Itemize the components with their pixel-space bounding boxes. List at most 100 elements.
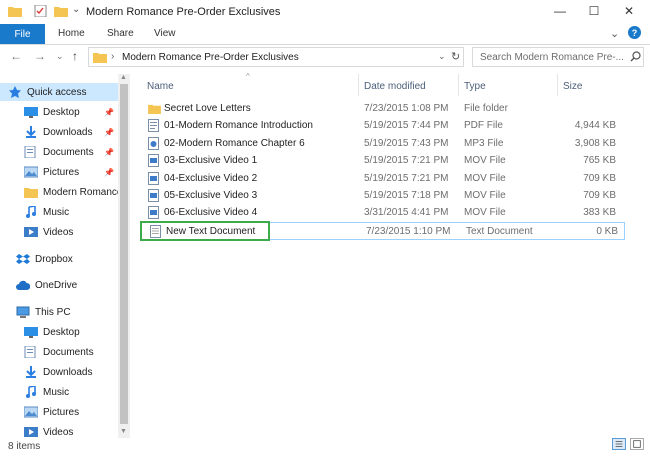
sidebar-item-music[interactable]: Music — [0, 383, 118, 401]
tab-file[interactable]: File — [0, 24, 45, 44]
column-divider[interactable] — [557, 74, 558, 96]
file-size: 0 KB — [596, 225, 618, 237]
cloud-icon — [16, 280, 30, 290]
file-type: Text Document — [466, 225, 533, 237]
sidebar-item-quick-access[interactable]: Quick access — [0, 83, 118, 101]
file-name: Secret Love Letters — [164, 103, 251, 114]
column-header-type[interactable]: Type — [464, 81, 486, 92]
details-view-icon[interactable] — [612, 438, 626, 450]
sidebar-item-videos[interactable]: Videos — [0, 223, 118, 241]
sidebar-item-label: This PC — [35, 306, 71, 318]
highlight-box — [140, 221, 270, 241]
tab-share[interactable]: Share — [107, 28, 134, 39]
sidebar-item-downloads[interactable]: Downloads — [0, 363, 118, 381]
back-button[interactable]: ← — [10, 49, 22, 63]
pdf-icon — [148, 119, 159, 133]
expand-ribbon-icon[interactable]: ⌄ — [610, 27, 619, 40]
sidebar-item-label: Quick access — [27, 86, 87, 98]
sidebar-item-onedrive[interactable]: OneDrive — [0, 276, 118, 294]
sidebar-item-this-pc[interactable]: This PC — [0, 303, 118, 321]
file-name: 03-Exclusive Video 1 — [164, 155, 258, 167]
table-row[interactable]: 03-Exclusive Video 1 5/19/2015 7:21 PM MOV… — [140, 152, 626, 169]
sidebar-item-label: Desktop — [43, 106, 80, 118]
sidebar-item-label: Documents — [43, 146, 94, 158]
sidebar-item-label: Pictures — [43, 406, 80, 418]
new-folder-icon[interactable] — [54, 5, 68, 17]
music-icon — [26, 206, 36, 218]
music-icon — [26, 386, 36, 398]
file-name: 04-Exclusive Video 2 — [164, 172, 258, 184]
file-date: 5/19/2015 7:21 PM — [364, 172, 449, 184]
sidebar-item-documents[interactable]: Documents — [0, 343, 118, 361]
file-size: 765 KB — [583, 155, 616, 167]
scroll-down-icon[interactable]: ▼ — [120, 428, 127, 435]
pin-icon: 📌 — [104, 147, 114, 157]
file-date: 3/31/2015 4:41 PM — [364, 207, 449, 219]
audio-file-icon — [148, 136, 159, 150]
ribbon-tab-bar — [0, 24, 650, 45]
sidebar-item-label: Videos — [43, 226, 74, 238]
refresh-button[interactable]: ↻ — [451, 50, 460, 63]
file-type: MOV File — [464, 155, 506, 167]
sidebar-item-modern-romance[interactable]: Modern Romance — [0, 183, 118, 201]
search-icon[interactable] — [630, 51, 641, 62]
file-size: 3,908 KB — [574, 137, 616, 149]
sidebar-item-pictures[interactable]: Pictures 📌 — [0, 163, 118, 181]
sidebar-item-downloads[interactable]: Downloads 📌 — [0, 123, 118, 141]
tab-view[interactable]: View — [154, 28, 176, 39]
star-icon — [9, 86, 21, 98]
maximize-button[interactable]: ☐ — [577, 0, 611, 22]
nav-scrollbar-thumb[interactable] — [120, 84, 128, 424]
table-row[interactable]: 02-Modern Romance Chapter 6 5/19/2015 7:4… — [140, 135, 626, 152]
quick-access-toolbar-dropdown[interactable]: ⌄ — [72, 4, 80, 15]
up-button[interactable]: ↑ — [72, 49, 78, 63]
file-date: 5/19/2015 7:21 PM — [364, 155, 449, 167]
properties-icon[interactable] — [34, 5, 48, 17]
help-icon[interactable]: ? — [628, 26, 641, 39]
scroll-up-icon[interactable]: ▲ — [120, 74, 127, 81]
folder-icon — [148, 104, 161, 114]
column-header-date[interactable]: Date modified — [364, 81, 426, 92]
sidebar-item-desktop[interactable]: Desktop — [0, 323, 118, 341]
sidebar-item-label: Documents — [43, 346, 94, 358]
sidebar-item-label: Desktop — [43, 326, 80, 338]
sidebar-item-dropbox[interactable]: Dropbox — [0, 250, 118, 268]
column-header-size[interactable]: Size — [563, 81, 582, 92]
table-row[interactable]: 04-Exclusive Video 2 5/19/2015 7:21 PM MOV… — [140, 170, 626, 187]
desktop-icon — [24, 107, 38, 118]
sidebar-item-desktop[interactable]: Desktop 📌 — [0, 103, 118, 121]
file-date: 5/19/2015 7:43 PM — [364, 137, 449, 149]
table-row[interactable]: 06-Exclusive Video 4 3/31/2015 4:41 PM MOV… — [140, 204, 626, 221]
sort-ascending-icon: ^ — [246, 72, 250, 81]
minimize-button[interactable]: — — [543, 0, 577, 22]
item-count: 8 items — [8, 441, 41, 452]
sidebar-item-pictures[interactable]: Pictures — [0, 403, 118, 421]
recent-locations-button[interactable]: ⌄ — [56, 51, 64, 62]
file-size: 383 KB — [583, 207, 616, 219]
file-size: 4,944 KB — [574, 120, 616, 132]
large-icons-view-icon[interactable] — [630, 438, 644, 450]
sidebar-item-label: Dropbox — [35, 253, 73, 265]
sidebar-item-label: Music — [43, 386, 70, 398]
file-type: MOV File — [464, 207, 506, 219]
video-file-icon — [148, 189, 159, 202]
sidebar-item-documents[interactable]: Documents 📌 — [0, 143, 118, 161]
file-size: 709 KB — [583, 190, 616, 201]
close-button[interactable]: ✕ — [612, 0, 646, 22]
search-placeholder[interactable]: Search Modern Romance Pre-... — [480, 52, 624, 63]
table-row[interactable]: Secret Love Letters 7/23/2015 1:08 PM File… — [140, 100, 626, 117]
sidebar-item-music[interactable]: Music — [0, 203, 118, 221]
tab-home[interactable]: Home — [58, 28, 85, 39]
column-divider[interactable] — [358, 74, 359, 96]
forward-button[interactable]: → — [34, 49, 46, 63]
documents-icon — [24, 346, 36, 358]
sidebar-item-videos[interactable]: Videos — [0, 423, 118, 441]
address-path[interactable]: Modern Romance Pre-Order Exclusives — [122, 52, 299, 63]
table-row[interactable]: 01-Modern Romance Introduction 5/19/2015 … — [140, 117, 626, 134]
column-header-name[interactable]: Name — [147, 81, 174, 92]
column-divider[interactable] — [458, 74, 459, 96]
address-dropdown-button[interactable]: ⌄ — [438, 51, 446, 62]
table-row[interactable]: 05-Exclusive Video 3 5/19/2015 7:18 PM MOV… — [140, 187, 626, 204]
file-size: 709 KB — [583, 172, 616, 184]
sidebar-item-label: Modern Romance — [43, 186, 118, 198]
